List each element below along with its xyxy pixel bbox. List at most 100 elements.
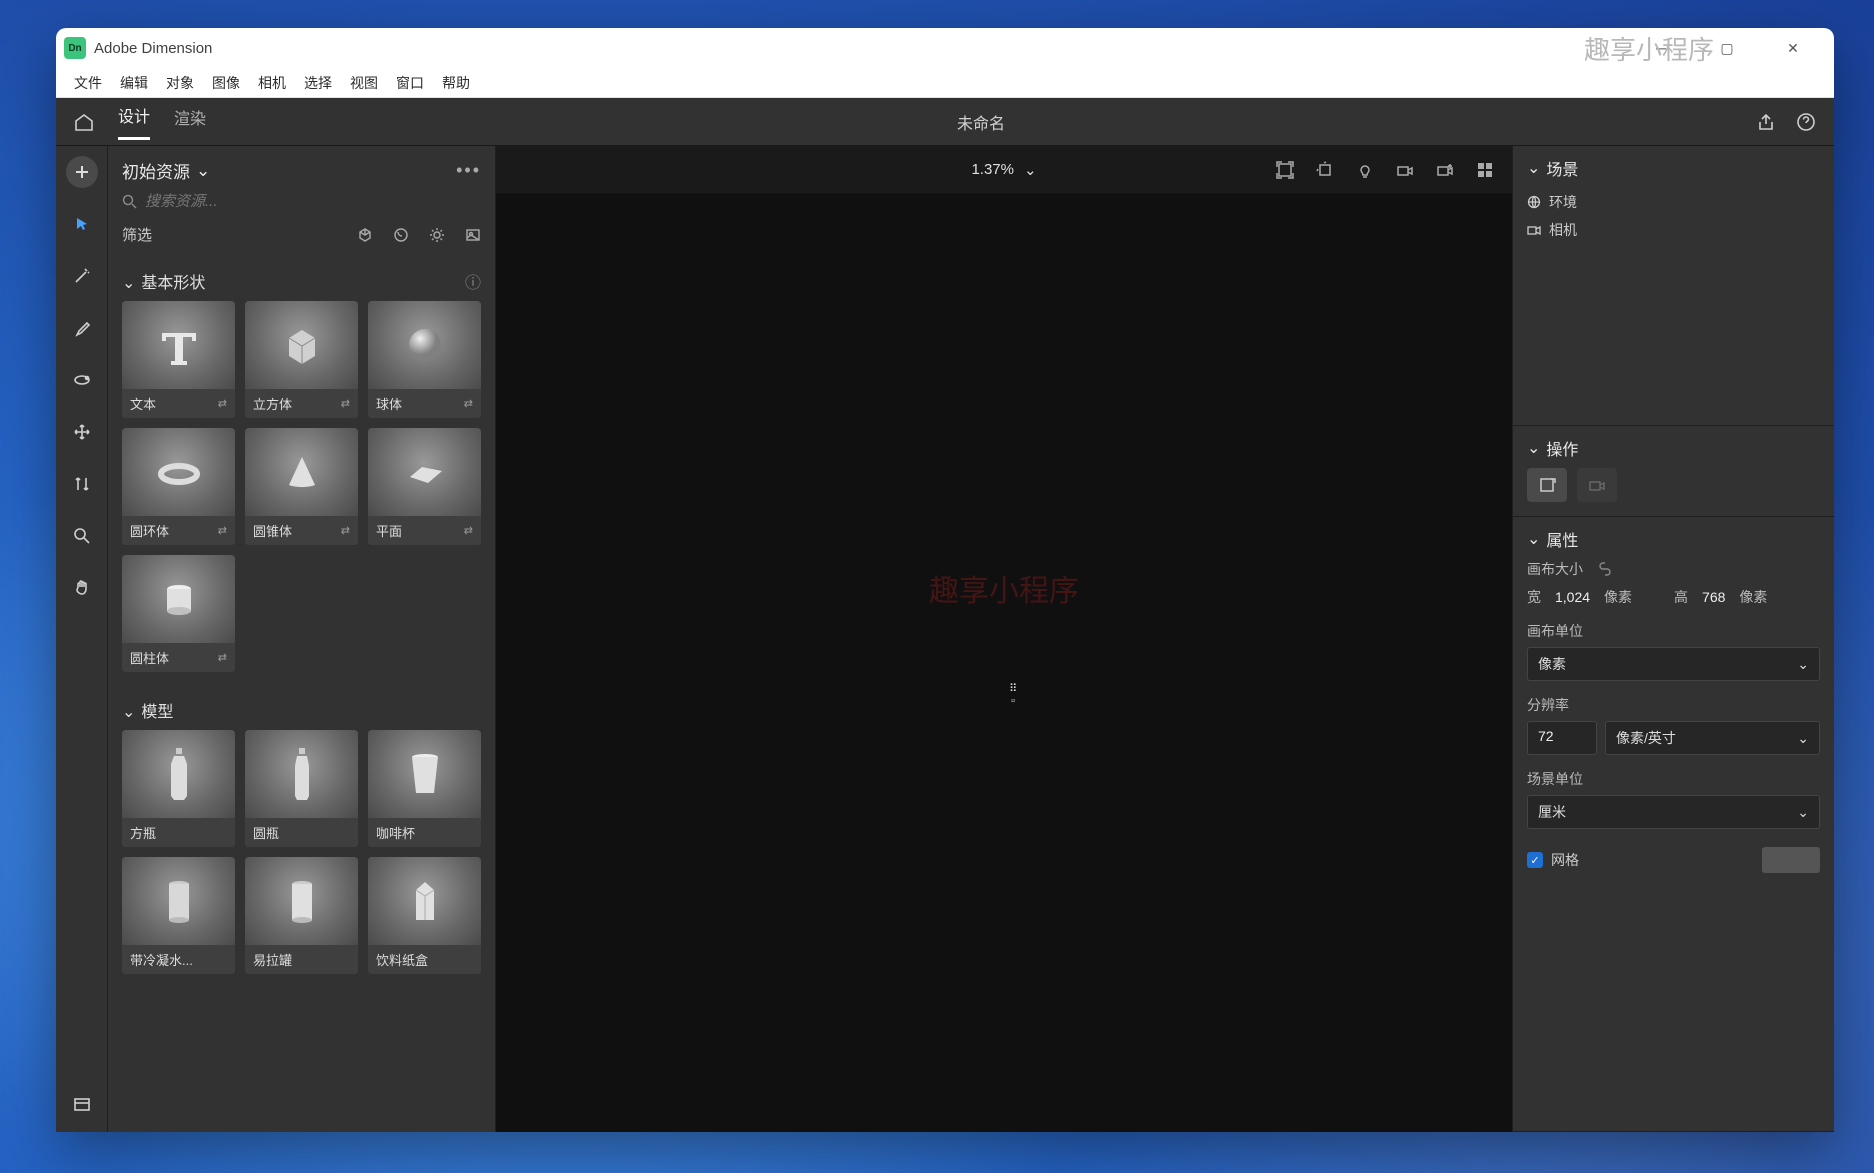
chevron-down-icon: ⌄ <box>1797 730 1809 747</box>
filter-materials-icon[interactable] <box>393 227 409 243</box>
props-panel-header[interactable]: ⌄属性 <box>1527 527 1820 551</box>
tab-design[interactable]: 设计 <box>118 103 150 140</box>
menu-select[interactable]: 选择 <box>304 73 332 93</box>
select-tool[interactable] <box>66 208 98 240</box>
filter-models-icon[interactable] <box>357 227 373 243</box>
options-icon[interactable]: ⇄ <box>341 524 350 537</box>
menu-camera[interactable]: 相机 <box>258 73 286 93</box>
canvas-toolbar: 1.37% ⌄ <box>496 146 1512 194</box>
canvas-watermark: 趣享小程序 <box>929 566 1079 610</box>
options-icon[interactable]: ⇄ <box>464 397 473 410</box>
section-basic-shapes[interactable]: ⌄基本形状 ⓘ <box>108 259 495 301</box>
share-icon[interactable] <box>1756 112 1776 132</box>
asset-cylinder[interactable]: 圆柱体⇄ <box>122 555 235 672</box>
asset-coffee-cup[interactable]: 咖啡杯 <box>368 730 481 847</box>
app-title: Adobe Dimension <box>94 40 212 57</box>
asset-can[interactable]: 易拉罐 <box>245 857 358 974</box>
menu-file[interactable]: 文件 <box>74 73 102 93</box>
canvas-size-label: 画布大小 <box>1527 559 1583 579</box>
asset-torus[interactable]: 圆环体⇄ <box>122 428 235 545</box>
resolution-unit-select[interactable]: 像素/英寸⌄ <box>1605 721 1820 755</box>
scene-camera[interactable]: 相机 <box>1527 216 1820 244</box>
add-tool[interactable] <box>66 156 98 188</box>
filter-label: 筛选 <box>122 224 152 245</box>
close-button[interactable]: ✕ <box>1772 33 1814 63</box>
grid-label: 网格 <box>1551 850 1579 870</box>
options-icon[interactable]: ⇄ <box>218 524 227 537</box>
height-value[interactable]: 768 <box>1702 589 1725 605</box>
frame-selection-icon[interactable] <box>1316 161 1334 179</box>
assets-menu-button[interactable]: ••• <box>456 160 481 181</box>
bookmark-icon[interactable] <box>1356 161 1374 179</box>
chevron-down-icon: ⌄ <box>1797 656 1809 673</box>
menu-image[interactable]: 图像 <box>212 73 240 93</box>
move-tool[interactable] <box>66 416 98 448</box>
info-icon[interactable]: ⓘ <box>465 269 481 293</box>
grid-color-swatch[interactable] <box>1762 847 1820 873</box>
asset-square-bottle[interactable]: 方瓶 <box>122 730 235 847</box>
menubar: 文件 编辑 对象 图像 相机 选择 视图 窗口 帮助 <box>56 68 1834 98</box>
sampler-tool[interactable] <box>66 312 98 344</box>
asset-cone[interactable]: 圆锥体⇄ <box>245 428 358 545</box>
toolstrip <box>56 146 108 1132</box>
add-camera-icon[interactable] <box>1436 161 1454 179</box>
hand-tool[interactable] <box>66 572 98 604</box>
asset-plane[interactable]: 平面⇄ <box>368 428 481 545</box>
frame-all-icon[interactable] <box>1276 161 1294 179</box>
app-window: Dn Adobe Dimension 趣享小程序 ─ ▢ ✕ 文件 编辑 对象 … <box>56 28 1834 1132</box>
options-icon[interactable]: ⇄ <box>218 651 227 664</box>
asset-text[interactable]: 文本⇄ <box>122 301 235 418</box>
scene-environment[interactable]: 环境 <box>1527 188 1820 216</box>
options-icon[interactable]: ⇄ <box>341 397 350 410</box>
canvas-object: ⠿▫ <box>1009 682 1017 707</box>
asset-carton[interactable]: 饮料纸盒 <box>368 857 481 974</box>
scene-panel-header[interactable]: ⌄场景 <box>1527 156 1820 180</box>
right-panels: ⌄场景 环境 相机 ⌄操作 ⌄属性 <box>1512 146 1834 1132</box>
canvas-area: 1.37% ⌄ 趣享小程序 ⠿▫ <box>496 146 1512 1132</box>
menu-help[interactable]: 帮助 <box>442 73 470 93</box>
search-input[interactable] <box>145 193 481 210</box>
menu-view[interactable]: 视图 <box>350 73 378 93</box>
wand-tool[interactable] <box>66 260 98 292</box>
asset-wet-can[interactable]: 带冷凝水... <box>122 857 235 974</box>
render-preview-icon[interactable] <box>1476 161 1494 179</box>
orbit-tool[interactable] <box>66 364 98 396</box>
options-icon[interactable]: ⇄ <box>218 397 227 410</box>
menu-edit[interactable]: 编辑 <box>120 73 148 93</box>
camera-bookmark-icon[interactable] <box>1396 161 1414 179</box>
section-models[interactable]: ⌄模型 <box>108 688 495 730</box>
ops-panel-header[interactable]: ⌄操作 <box>1527 436 1820 460</box>
presets-tool[interactable] <box>66 1088 98 1120</box>
options-icon[interactable]: ⇄ <box>464 524 473 537</box>
height-label: 高 <box>1674 587 1688 607</box>
width-label: 宽 <box>1527 587 1541 607</box>
camera-icon <box>1527 223 1541 237</box>
scene-unit-select[interactable]: 厘米⌄ <box>1527 795 1820 829</box>
zoom-level[interactable]: 1.37% ⌄ <box>971 161 1036 179</box>
chevron-down-icon: ⌄ <box>1024 161 1037 179</box>
grid-checkbox[interactable]: ✓ <box>1527 852 1543 868</box>
asset-round-bottle[interactable]: 圆瓶 <box>245 730 358 847</box>
resolution-value[interactable]: 72 <box>1527 721 1597 755</box>
resolution-label: 分辨率 <box>1527 695 1820 715</box>
assets-title[interactable]: 初始资源 ⌄ <box>122 158 210 183</box>
canvas-unit-label: 画布单位 <box>1527 621 1820 641</box>
globe-icon <box>1527 195 1541 209</box>
canvas-unit-select[interactable]: 像素⌄ <box>1527 647 1820 681</box>
link-icon[interactable] <box>1597 562 1613 576</box>
filter-lights-icon[interactable] <box>429 227 445 243</box>
dolly-tool[interactable] <box>66 468 98 500</box>
menu-object[interactable]: 对象 <box>166 73 194 93</box>
tab-render[interactable]: 渲染 <box>174 105 206 139</box>
app-icon: Dn <box>64 37 86 59</box>
menu-window[interactable]: 窗口 <box>396 73 424 93</box>
zoom-tool[interactable] <box>66 520 98 552</box>
width-value[interactable]: 1,024 <box>1555 589 1590 605</box>
op-fit-button[interactable] <box>1527 468 1567 502</box>
asset-cube[interactable]: 立方体⇄ <box>245 301 358 418</box>
viewport[interactable]: 趣享小程序 ⠿▫ <box>496 194 1512 1132</box>
help-icon[interactable] <box>1796 112 1816 132</box>
filter-images-icon[interactable] <box>465 227 481 243</box>
home-icon[interactable] <box>74 113 94 131</box>
asset-sphere[interactable]: 球体⇄ <box>368 301 481 418</box>
